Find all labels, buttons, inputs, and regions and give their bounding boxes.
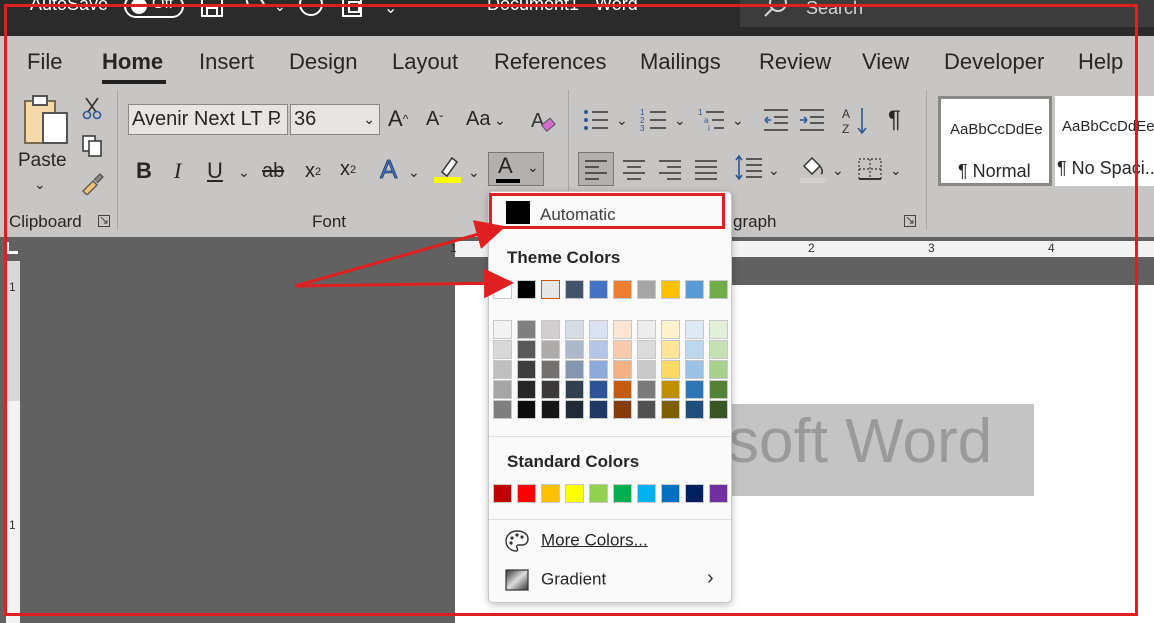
- annotation-arrows: [294, 220, 514, 299]
- annotation-arrow-to-black: [294, 268, 514, 299]
- annotation-arrow-to-automatic: [294, 220, 506, 288]
